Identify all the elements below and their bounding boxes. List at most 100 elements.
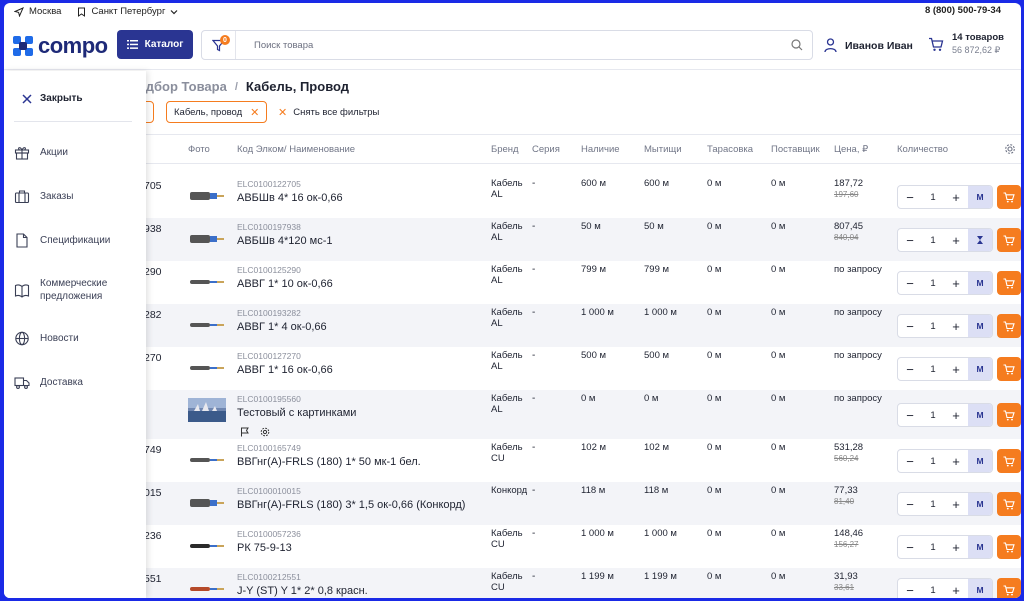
product-photo-cell[interactable] (188, 185, 226, 207)
minus-button[interactable]: − (898, 362, 922, 377)
product-photo[interactable] (188, 184, 226, 208)
product-code[interactable]: ELC0100165749 (237, 443, 301, 453)
unit-toggle[interactable]: M (968, 536, 992, 558)
plus-button[interactable]: + (944, 454, 968, 469)
product-photo[interactable] (188, 227, 226, 251)
unit-toggle[interactable] (968, 229, 992, 251)
add-to-cart-button[interactable] (997, 578, 1021, 598)
unit-toggle[interactable]: M (968, 404, 992, 426)
product-name[interactable]: РК 75-9-13 (237, 542, 292, 554)
quantity-value[interactable]: 1 (922, 542, 944, 553)
flag-icon[interactable] (240, 427, 250, 437)
product-photo[interactable] (188, 534, 226, 558)
plus-button[interactable]: + (944, 497, 968, 512)
catalog-button[interactable]: Каталог (117, 30, 193, 59)
col-supplier[interactable]: Поставщик (771, 144, 820, 155)
product-photo-cell[interactable] (188, 398, 226, 422)
unit-toggle[interactable]: M (968, 493, 992, 515)
close-sidebar-button[interactable]: Закрыть (22, 93, 83, 104)
product-code[interactable]: ELC0100127270 (237, 351, 301, 361)
product-photo[interactable] (188, 577, 226, 598)
product-code[interactable]: ELC0100193282 (237, 308, 301, 318)
search-input[interactable] (236, 39, 782, 51)
col-series[interactable]: Серия (532, 144, 560, 155)
plus-button[interactable]: + (944, 319, 968, 334)
quantity-value[interactable]: 1 (922, 192, 944, 203)
add-to-cart-button[interactable] (997, 314, 1021, 338)
product-photo-cell[interactable] (188, 449, 226, 471)
product-photo-cell[interactable] (188, 271, 226, 293)
clear-filters-button[interactable]: ✕ Снять все фильтры (278, 106, 379, 119)
col-tarasovka[interactable]: Тарасовка (707, 144, 753, 155)
plus-button[interactable]: + (944, 583, 968, 598)
product-code[interactable]: ELC0100197938 (237, 222, 301, 232)
product-code[interactable]: ELC0100010015 (237, 486, 301, 496)
quantity-value[interactable]: 1 (922, 235, 944, 246)
cart-button[interactable]: 14 товаров 56 872,62 ₽ (928, 32, 1004, 56)
product-photo[interactable] (188, 448, 226, 472)
product-name[interactable]: АВВГ 1* 16 ок-0,66 (237, 364, 333, 376)
minus-button[interactable]: − (898, 497, 922, 512)
minus-button[interactable]: − (898, 233, 922, 248)
add-to-cart-button[interactable] (997, 492, 1021, 516)
close-icon[interactable]: ✕ (250, 106, 259, 119)
product-photo-cell[interactable] (188, 357, 226, 379)
product-name[interactable]: ВВГнг(А)-FRLS (180) 3* 1,5 ок-0,66 (Конк… (237, 499, 465, 511)
quantity-value[interactable]: 1 (922, 410, 944, 421)
product-photo-cell[interactable] (188, 492, 226, 514)
plus-button[interactable]: + (944, 408, 968, 423)
product-name[interactable]: АВБШв 4*120 мс-1 (237, 235, 333, 247)
product-code[interactable]: ELC0100057236 (237, 529, 301, 539)
plus-button[interactable]: + (944, 540, 968, 555)
quantity-value[interactable]: 1 (922, 278, 944, 289)
add-to-cart-button[interactable] (997, 228, 1021, 252)
city-selector[interactable]: Москва (14, 6, 61, 17)
user-menu[interactable]: Иванов Иван (824, 38, 913, 53)
col-mytishchi[interactable]: Мытищи (644, 144, 682, 155)
add-to-cart-button[interactable] (997, 403, 1021, 427)
product-name[interactable]: J-Y (ST) Y 1* 2* 0,8 красн. (237, 585, 368, 597)
quantity-value[interactable]: 1 (922, 456, 944, 467)
sidebar-item-delivery[interactable]: Доставка (14, 375, 130, 390)
product-photo[interactable] (188, 398, 226, 422)
minus-button[interactable]: − (898, 540, 922, 555)
product-photo[interactable] (188, 356, 226, 380)
product-code[interactable]: ELC0100212551 (237, 572, 301, 582)
filter-chip[interactable]: Кабель, провод ✕ (166, 101, 268, 123)
minus-button[interactable]: − (898, 190, 922, 205)
product-photo-cell[interactable] (188, 535, 226, 557)
gear-icon[interactable] (1004, 143, 1016, 155)
filter-button[interactable]: 0 (202, 31, 236, 59)
gear-icon[interactable] (260, 427, 270, 437)
quantity-value[interactable]: 1 (922, 321, 944, 332)
unit-toggle[interactable]: M (968, 579, 992, 598)
product-photo[interactable] (188, 270, 226, 294)
phone-number[interactable]: 8 (800) 500-79-34 (925, 5, 1001, 16)
product-name[interactable]: АВВГ 1* 10 ок-0,66 (237, 278, 333, 290)
unit-toggle[interactable]: M (968, 315, 992, 337)
sidebar-item-commercial-offers[interactable]: Коммерческие предложения (14, 277, 130, 303)
product-name[interactable]: АВБШв 4* 16 ок-0,66 (237, 192, 343, 204)
product-name[interactable]: ВВГнг(А)-FRLS (180) 1* 50 мк-1 бел. (237, 456, 421, 468)
product-name[interactable]: Тестовый с картинками (237, 407, 356, 419)
quantity-value[interactable]: 1 (922, 499, 944, 510)
product-photo[interactable] (188, 491, 226, 515)
plus-button[interactable]: + (944, 233, 968, 248)
city2-selector[interactable]: Санкт Петербург (77, 6, 178, 17)
sidebar-item-specifications[interactable]: Спецификации (14, 233, 130, 248)
minus-button[interactable]: − (898, 319, 922, 334)
plus-button[interactable]: + (944, 190, 968, 205)
minus-button[interactable]: − (898, 454, 922, 469)
col-stock[interactable]: Наличие (581, 144, 620, 155)
add-to-cart-button[interactable] (997, 357, 1021, 381)
col-brand[interactable]: Бренд (491, 144, 519, 155)
product-code[interactable]: ELC0100125290 (237, 265, 301, 275)
minus-button[interactable]: − (898, 583, 922, 598)
product-code[interactable]: ELC0100195560 (237, 394, 301, 404)
add-to-cart-button[interactable] (997, 535, 1021, 559)
sidebar-item-orders[interactable]: Заказы (14, 189, 130, 204)
minus-button[interactable]: − (898, 408, 922, 423)
add-to-cart-button[interactable] (997, 185, 1021, 209)
unit-toggle[interactable]: M (968, 450, 992, 472)
col-price[interactable]: Цена, ₽ (834, 144, 868, 155)
